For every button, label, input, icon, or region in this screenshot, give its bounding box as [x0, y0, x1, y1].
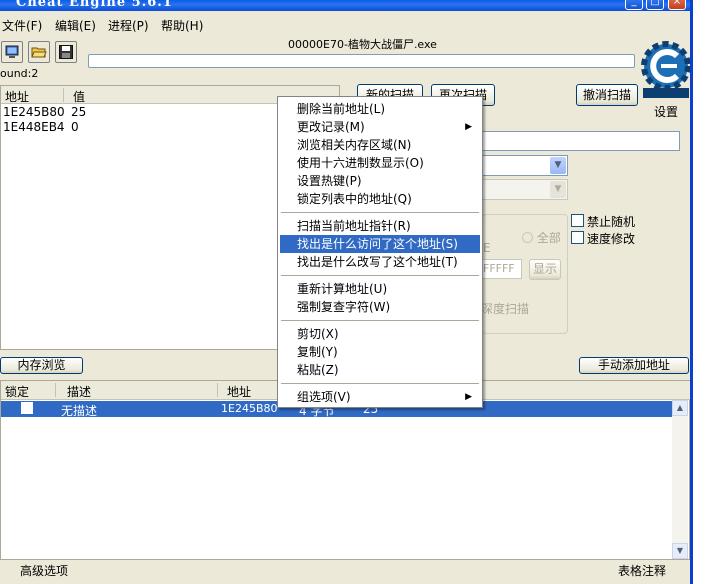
open-process-button[interactable] [1, 41, 23, 63]
value-type-select[interactable]: ▼ [482, 179, 568, 200]
partial-label: E [483, 241, 491, 255]
open-file-button[interactable] [28, 41, 50, 63]
cheat-engine-logo-icon [641, 41, 690, 98]
result-address: 1E245B80 [3, 105, 65, 119]
speed-hack-checkbox[interactable] [571, 231, 584, 244]
header-divider[interactable] [63, 88, 64, 102]
menu-separator [281, 383, 479, 384]
menu-item-group-options-label: 组选项(V) [297, 390, 351, 404]
value-input[interactable] [482, 131, 680, 151]
menu-item-change-record-label: 更改记录(M) [297, 120, 365, 134]
table-notes-link[interactable]: 表格注释 [618, 562, 666, 579]
all-radio[interactable]: 全部 [522, 229, 561, 246]
menu-item-change-record[interactable]: 更改记录(M) ▶ [280, 118, 480, 136]
stop-address-input[interactable]: FFFFF [482, 259, 522, 279]
folder-open-icon [31, 47, 47, 58]
context-menu: 删除当前地址(L) 更改记录(M) ▶ 浏览相关内存区域(N) 使用十六进制数显… [277, 96, 483, 408]
background-strip [696, 0, 708, 584]
menu-process[interactable]: 进程(P) [108, 17, 149, 34]
menu-item-find-access[interactable]: 找出是什么访问了这个地址(S) [280, 235, 480, 253]
menu-item-set-hotkey[interactable]: 设置热键(P) [280, 172, 480, 190]
minimize-button[interactable]: _ [625, 0, 643, 10]
found-count: ound:2 [0, 67, 39, 80]
submenu-arrow-icon: ▶ [465, 392, 472, 402]
result-value: 25 [71, 105, 87, 119]
freeze-checkbox[interactable] [21, 402, 33, 414]
settings-link[interactable]: 设置 [654, 103, 678, 120]
deep-scan-label: 深度扫描 [481, 302, 530, 316]
scroll-down-icon[interactable]: ▼ [672, 543, 688, 559]
submenu-arrow-icon: ▶ [465, 122, 472, 132]
menu-item-delete-address[interactable]: 删除当前地址(L) [280, 100, 480, 118]
advanced-options-link[interactable]: 高级选项 [20, 562, 68, 579]
disable-random-label: 禁止随机 [587, 215, 636, 229]
menu-item-freeze-addresses[interactable]: 锁定列表中的地址(Q) [280, 190, 480, 208]
results-header-value[interactable]: 值 [73, 88, 85, 105]
results-header-address[interactable]: 地址 [5, 88, 29, 105]
chevron-down-icon[interactable]: ▼ [550, 157, 566, 174]
process-name: 00000E70-植物大战僵尸.exe [288, 38, 437, 51]
scroll-up-icon[interactable]: ▲ [672, 400, 688, 416]
menu-item-group-options[interactable]: 组选项(V) ▶ [280, 388, 480, 406]
menu-item-pointer-scan[interactable]: 扫描当前地址指针(R) [280, 217, 480, 235]
menu-edit[interactable]: 编辑(E) [55, 17, 96, 34]
menu-item-recalculate[interactable]: 重新计算地址(U) [280, 280, 480, 298]
memory-view-button[interactable]: 内存浏览 [0, 357, 83, 374]
menu-separator [281, 275, 479, 276]
menu-separator [281, 320, 479, 321]
menu-help[interactable]: 帮助(H) [161, 17, 203, 34]
disable-random-checkbox[interactable] [571, 214, 584, 227]
save-file-button[interactable] [55, 41, 77, 63]
add-address-manually-button[interactable]: 手动添加地址 [579, 357, 689, 374]
menu-item-copy[interactable]: 复制(Y) [280, 343, 480, 361]
close-button[interactable]: × [668, 0, 686, 10]
scan-progress-bar [88, 54, 635, 68]
row-address: 1E245B80 [221, 402, 278, 415]
undo-scan-button[interactable]: 撤消扫描 [576, 84, 638, 106]
menu-item-find-write[interactable]: 找出是什么改写了这个地址(T) [280, 253, 480, 271]
result-value: 0 [71, 120, 79, 134]
menu-item-hex-display[interactable]: 使用十六进制数显示(O) [280, 154, 480, 172]
menu-bar: 文件(F) 编辑(E) 进程(P) 帮助(H) [0, 14, 690, 34]
menu-item-cut[interactable]: 剪切(X) [280, 325, 480, 343]
stop-address-value: FFFFF [483, 262, 515, 275]
menu-file[interactable]: 文件(F) [2, 17, 42, 34]
show-button[interactable]: 显示 [529, 259, 561, 280]
header-lock[interactable]: 锁定 [5, 383, 29, 400]
menu-item-paste[interactable]: 粘贴(Z) [280, 361, 480, 379]
header-description[interactable]: 描述 [67, 383, 91, 400]
cheat-engine-logo[interactable] [641, 38, 690, 100]
row-description: 无描述 [61, 404, 98, 418]
menu-separator [281, 212, 479, 213]
menu-item-force-recheck[interactable]: 强制复查字符(W) [280, 298, 480, 316]
chevron-down-icon[interactable]: ▼ [550, 181, 566, 198]
scan-type-select[interactable]: ▼ [482, 155, 568, 176]
radio-circle-icon [522, 232, 533, 243]
menu-item-browse-memory[interactable]: 浏览相关内存区域(N) [280, 136, 480, 154]
result-address: 1E448EB4 [3, 120, 65, 134]
header-divider[interactable] [55, 383, 56, 397]
header-divider[interactable] [217, 383, 218, 397]
window-title: Cheat Engine 5.6.1 [16, 0, 173, 10]
address-table-scrollbar[interactable]: ▲ ▼ [672, 400, 688, 559]
maximize-button[interactable]: □ [646, 0, 664, 10]
all-radio-label: 全部 [536, 231, 561, 245]
computer-icon [5, 45, 19, 58]
speed-hack-label: 速度修改 [587, 232, 636, 246]
header-address[interactable]: 地址 [227, 383, 251, 400]
title-bar[interactable]: Cheat Engine 5.6.1 _ □ × [0, 0, 690, 11]
floppy-disk-icon [59, 45, 73, 59]
